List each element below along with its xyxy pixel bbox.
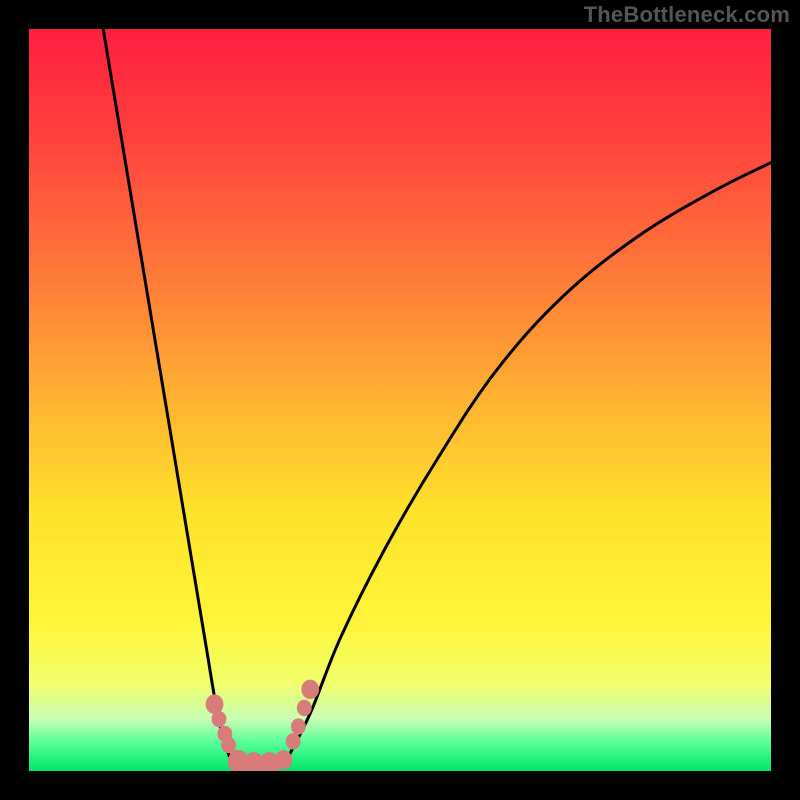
bead-marker [221, 737, 236, 753]
beads-group [206, 680, 320, 771]
chart-svg [29, 29, 771, 771]
bead-marker [206, 694, 224, 714]
chart-frame: TheBottleneck.com [0, 0, 800, 800]
bead-marker [291, 718, 306, 734]
bead-marker [212, 711, 227, 727]
bead-marker [297, 700, 312, 716]
bottleneck-curve [103, 29, 771, 764]
plot-area [29, 29, 771, 771]
bead-marker [286, 733, 301, 749]
attribution-text: TheBottleneck.com [584, 2, 790, 28]
curve-group [103, 29, 771, 764]
bead-marker [301, 680, 319, 700]
bead-marker [275, 750, 293, 770]
